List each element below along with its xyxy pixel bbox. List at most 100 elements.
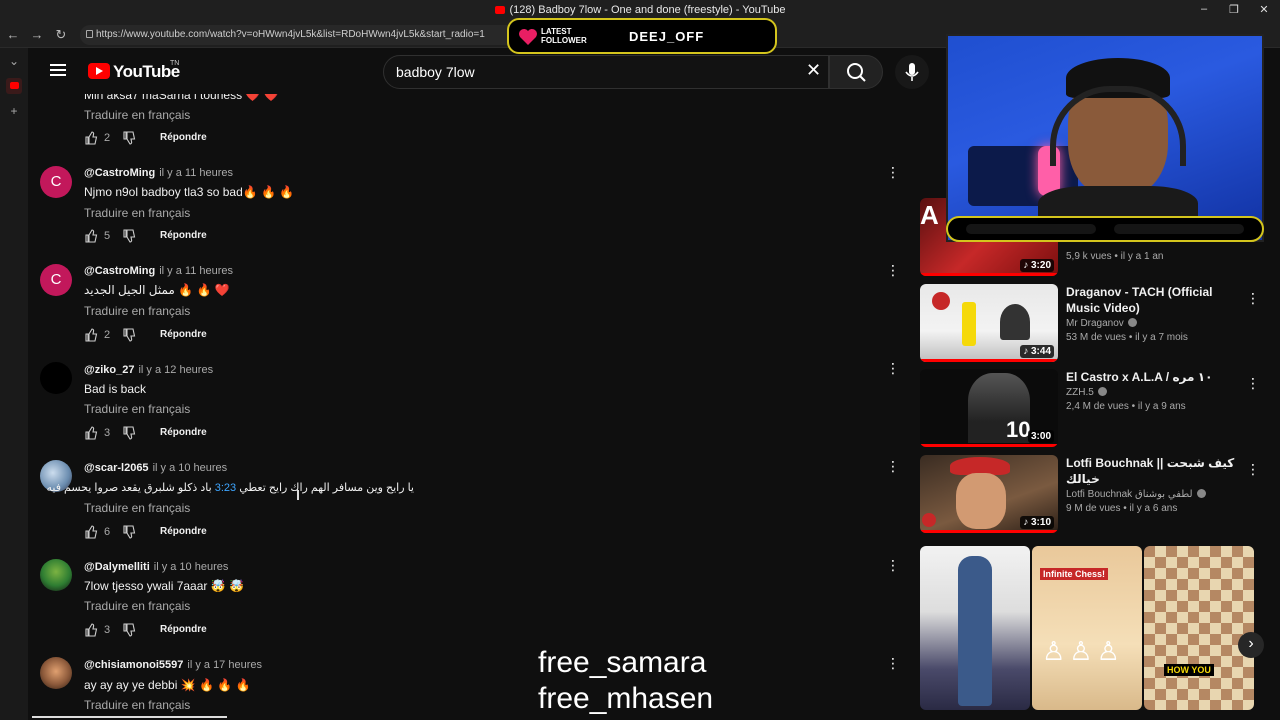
avatar[interactable] xyxy=(40,559,72,591)
translate-link[interactable]: Traduire en français xyxy=(84,206,190,220)
lock-icon xyxy=(86,30,93,38)
like-count: 2 xyxy=(104,132,111,144)
translate-link[interactable]: Traduire en français xyxy=(84,599,190,613)
channel-name[interactable]: Lotfi Bouchnak لطفي بوشناق xyxy=(1066,489,1193,500)
comment-time[interactable]: il y a 10 heures xyxy=(154,561,229,573)
video-duration: ♪ 3:10 xyxy=(1020,516,1054,529)
video-channel[interactable]: ZZH.5 xyxy=(1066,387,1241,398)
channel-name[interactable]: Mr Draganov xyxy=(1066,318,1124,329)
comment-menu-icon[interactable]: ⋮ xyxy=(886,459,900,473)
reply-button[interactable]: Répondre xyxy=(160,526,207,537)
video-menu-icon[interactable]: ⋮ xyxy=(1246,461,1260,478)
video-card[interactable]: 10 3:00 El Castro x A.L.A / ١٠ مره ZZH.5… xyxy=(920,369,1265,447)
short-card[interactable] xyxy=(920,546,1030,710)
comment-time[interactable]: il y a 10 heures xyxy=(153,462,228,474)
comment-time[interactable]: il y a 17 heures xyxy=(187,659,262,671)
youtube-logo-icon[interactable] xyxy=(88,63,110,79)
comment-author[interactable]: @scar-l2065 xyxy=(84,462,149,474)
dislike-icon[interactable] xyxy=(122,229,136,243)
video-title[interactable]: Lotfi Bouchnak || كيف شبحت خيالك xyxy=(1066,455,1241,487)
video-card[interactable]: ♪ 3:44 Draganov - TACH (Official Music V… xyxy=(920,284,1265,362)
clear-search-icon[interactable]: ✕ xyxy=(806,61,821,79)
translate-link[interactable]: Traduire en français xyxy=(84,402,190,416)
comment-author[interactable]: @CastroMing xyxy=(84,265,155,277)
video-thumbnail[interactable]: ♪ 3:44 xyxy=(920,284,1058,362)
close-window-button[interactable]: ✕ xyxy=(1254,3,1274,16)
reply-button[interactable]: Répondre xyxy=(160,624,207,635)
avatar[interactable]: C xyxy=(40,166,72,198)
video-card[interactable]: ♪ 3:10 Lotfi Bouchnak || كيف شبحت خيالك … xyxy=(920,455,1265,533)
comment-time[interactable]: il y a 11 heures xyxy=(159,265,233,277)
voice-search-button[interactable] xyxy=(895,55,929,89)
like-icon[interactable] xyxy=(84,525,98,539)
dislike-icon[interactable] xyxy=(122,525,136,539)
back-arrow-icon[interactable]: ← xyxy=(5,27,21,42)
add-tab-icon[interactable]: + xyxy=(6,104,22,120)
video-duration-text: 3:00 xyxy=(1030,431,1051,442)
country-code: TN xyxy=(170,60,180,67)
translate-link[interactable]: Traduire en français xyxy=(84,304,190,318)
avatar[interactable]: C xyxy=(40,264,72,296)
avatar[interactable] xyxy=(40,362,72,394)
maximize-button[interactable]: ❐ xyxy=(1224,3,1244,16)
video-info: Draganov - TACH (Official Music Video) M… xyxy=(1066,284,1241,343)
short-card[interactable]: Infinite Chess! ♙♙♙ xyxy=(1032,546,1142,710)
like-icon[interactable] xyxy=(84,328,98,342)
reload-icon[interactable]: ↻ xyxy=(53,27,69,43)
video-menu-icon[interactable]: ⋮ xyxy=(1246,375,1260,392)
youtube-tab-icon[interactable] xyxy=(6,78,22,94)
search-input[interactable] xyxy=(396,62,796,82)
comment-menu-icon[interactable]: ⋮ xyxy=(886,263,900,277)
comment-author[interactable]: @CastroMing xyxy=(84,167,155,179)
translate-link[interactable]: Traduire en français xyxy=(84,698,190,712)
video-title[interactable]: El Castro x A.L.A / ١٠ مره xyxy=(1066,369,1241,385)
reply-button[interactable]: Répondre xyxy=(160,132,207,143)
dislike-icon[interactable] xyxy=(122,623,136,637)
url-field[interactable]: https://www.youtube.com/watch?v=oHWwn4jv… xyxy=(80,25,550,45)
dislike-icon[interactable] xyxy=(122,131,136,145)
like-icon[interactable] xyxy=(84,623,98,637)
video-channel[interactable]: Lotfi Bouchnak لطفي بوشناق xyxy=(1066,489,1241,500)
video-channel[interactable]: Mr Draganov xyxy=(1066,318,1241,329)
comment-time[interactable]: il y a 12 heures xyxy=(138,364,213,376)
comment-menu-icon[interactable]: ⋮ xyxy=(886,656,900,670)
comment-time[interactable]: il y a 11 heures xyxy=(159,167,233,179)
timestamp-link[interactable]: 3:23 xyxy=(215,482,236,494)
comment-header: @CastroMing il y a 11 heures xyxy=(84,167,233,179)
translate-link[interactable]: Traduire en français xyxy=(84,501,190,515)
like-icon[interactable] xyxy=(84,426,98,440)
avatar[interactable] xyxy=(40,657,72,689)
forward-arrow-icon[interactable]: → xyxy=(29,27,45,42)
comment-menu-icon[interactable]: ⋮ xyxy=(886,361,900,375)
video-meta: 2,4 M de vues • il y a 9 ans xyxy=(1066,401,1186,412)
reply-button[interactable]: Répondre xyxy=(160,427,207,438)
search-icon xyxy=(847,63,866,82)
browser-sidebar: ⌄ + xyxy=(0,48,28,720)
comment-author[interactable]: @Dalymelliti xyxy=(84,561,150,573)
comment-menu-icon[interactable]: ⋮ xyxy=(886,558,900,572)
video-title[interactable]: Draganov - TACH (Official Music Video) xyxy=(1066,284,1241,316)
stream-caption-line: free_samara xyxy=(538,646,707,679)
chevron-down-icon[interactable]: ⌄ xyxy=(6,54,22,70)
menu-icon[interactable] xyxy=(50,64,66,76)
follower-label-line: FOLLOWER xyxy=(541,36,587,45)
like-icon[interactable] xyxy=(84,131,98,145)
video-menu-icon[interactable]: ⋮ xyxy=(1246,290,1260,307)
reply-button[interactable]: Répondre xyxy=(160,230,207,241)
minimize-button[interactable]: – xyxy=(1194,3,1214,15)
channel-name[interactable]: ZZH.5 xyxy=(1066,387,1094,398)
reply-button[interactable]: Répondre xyxy=(160,329,207,340)
dislike-icon[interactable] xyxy=(122,426,136,440)
comment-author[interactable]: @ziko_27 xyxy=(84,364,134,376)
video-thumbnail[interactable]: 10 3:00 xyxy=(920,369,1058,447)
short-card[interactable]: HOW YOU xyxy=(1144,546,1254,710)
like-icon[interactable] xyxy=(84,229,98,243)
comment-author[interactable]: @chisiamonoi5597 xyxy=(84,659,183,671)
video-thumbnail[interactable]: ♪ 3:10 xyxy=(920,455,1058,533)
dislike-icon[interactable] xyxy=(122,328,136,342)
thumbnail-art: 10 xyxy=(1006,417,1031,442)
next-arrow-icon[interactable]: › xyxy=(1238,632,1264,658)
search-button[interactable] xyxy=(829,55,883,89)
translate-link[interactable]: Traduire en français xyxy=(84,108,190,122)
comment-menu-icon[interactable]: ⋮ xyxy=(886,165,900,179)
